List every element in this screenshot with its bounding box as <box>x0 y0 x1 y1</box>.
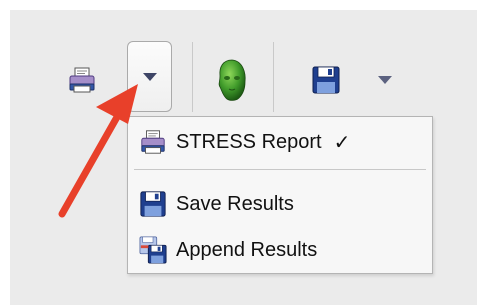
checkmark-icon: ✓ <box>333 131 351 154</box>
printer-icon <box>69 67 95 93</box>
menu-item-append-results[interactable]: Append Results <box>128 229 432 271</box>
toolbar-separator <box>273 42 274 112</box>
floppy-disk-icon <box>138 189 168 219</box>
printer-icon <box>138 127 168 157</box>
caret-down-icon <box>378 76 392 84</box>
head-3d-icon <box>218 59 246 101</box>
append-disk-icon <box>138 235 168 265</box>
menu-item-label: STRESS Report <box>176 130 322 153</box>
menu-item-label: Append Results <box>176 238 318 261</box>
menu-item-label: Save Results <box>176 192 294 215</box>
caret-down-icon <box>142 72 157 81</box>
menu-item-save-results[interactable]: Save Results <box>128 183 432 225</box>
menu-item-stress-report[interactable]: STRESS Report ✓ <box>128 121 432 163</box>
report-dropdown-button[interactable] <box>127 41 172 112</box>
floppy-disk-icon <box>312 66 340 94</box>
head-3d-button[interactable] <box>212 56 252 104</box>
report-dropdown-menu: STRESS Report ✓ Save Results Append Resu… <box>127 116 433 274</box>
toolbar-separator <box>192 42 193 112</box>
menu-divider <box>134 169 426 170</box>
save-button[interactable] <box>306 58 346 102</box>
print-button[interactable] <box>64 60 100 100</box>
save-dropdown-button[interactable] <box>372 62 398 98</box>
